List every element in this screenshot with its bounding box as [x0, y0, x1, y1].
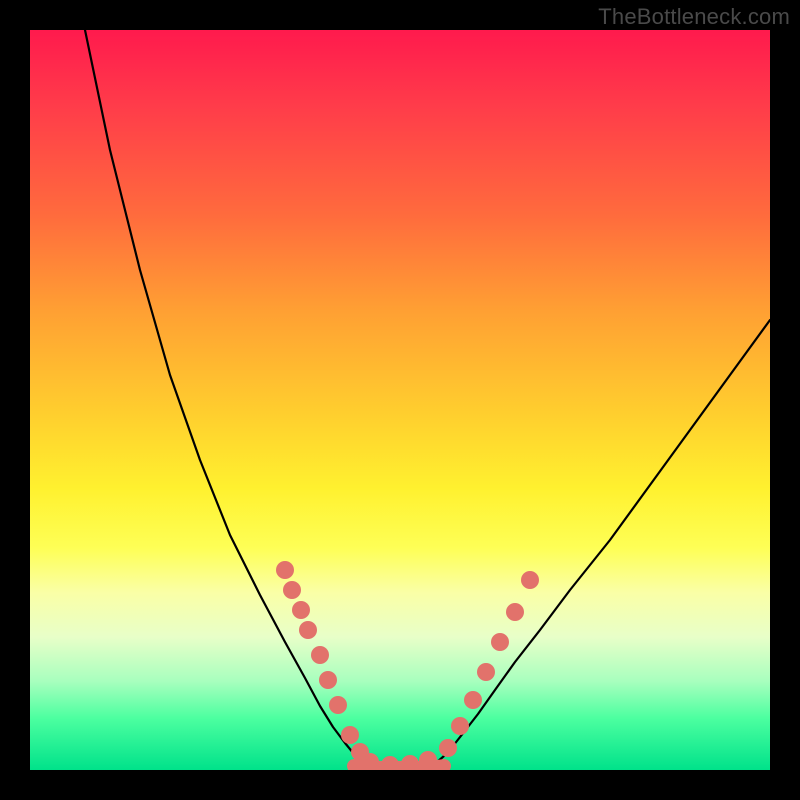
marker-point: [451, 717, 469, 735]
watermark-text: TheBottleneck.com: [598, 4, 790, 30]
curve-layer: [30, 30, 770, 770]
marker-point: [381, 756, 399, 770]
marker-point: [341, 726, 359, 744]
curves-group: [85, 30, 770, 768]
marker-point: [506, 603, 524, 621]
marker-point: [276, 561, 294, 579]
marker-point: [464, 691, 482, 709]
marker-point: [401, 755, 419, 770]
marker-point: [439, 739, 457, 757]
marker-point: [329, 696, 347, 714]
marker-point: [311, 646, 329, 664]
marker-point: [419, 751, 437, 769]
marker-point: [319, 671, 337, 689]
marker-point: [491, 633, 509, 651]
marker-point: [299, 621, 317, 639]
marker-point: [521, 571, 539, 589]
chart-frame: TheBottleneck.com: [0, 0, 800, 800]
markers-group: [276, 561, 539, 770]
marker-point: [283, 581, 301, 599]
marker-point: [292, 601, 310, 619]
plot-area: [30, 30, 770, 770]
marker-point: [477, 663, 495, 681]
